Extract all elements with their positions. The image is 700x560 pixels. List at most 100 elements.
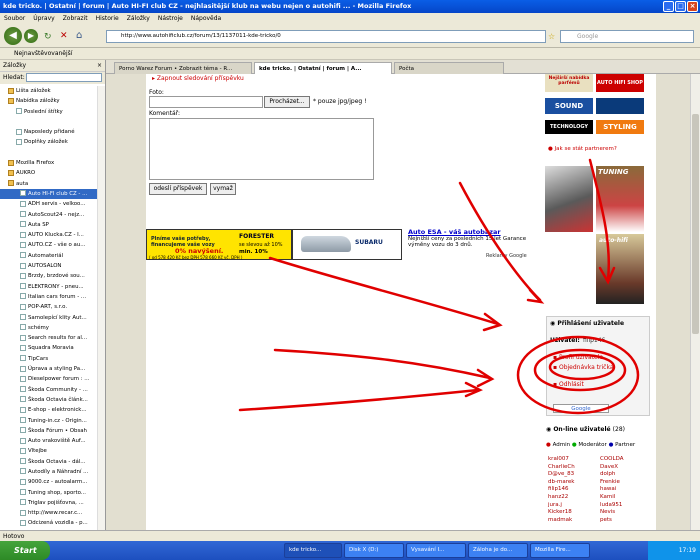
bookmark-item[interactable]: ELEKTRONY - pneu... [0,282,105,292]
bookmark-item[interactable]: Nabídka záložky [0,96,105,106]
online-user[interactable]: hanz22 [548,494,598,502]
bookmark-item[interactable]: TipCars [0,354,105,364]
address-bar[interactable]: http://www.autohificlub.cz/forum/13/1137… [106,30,546,43]
star-icon[interactable]: ☆ [548,32,555,41]
google-search-button[interactable]: Google [553,404,609,413]
submit-button[interactable]: odeslí příspěvek [149,183,207,195]
online-user[interactable]: hawai [600,486,650,494]
home-icon[interactable]: ⌂ [76,30,82,41]
profile-link[interactable]: ▪ Profil uživatele [553,354,603,361]
bookmark-item[interactable]: Úprava a styling Pa... [0,364,105,374]
bookmark-item[interactable]: Brzdy, brzdové sou... [0,271,105,281]
online-user[interactable]: Frenkie [600,479,650,487]
bookmark-item[interactable]: Doplňky záložek [0,137,105,147]
auto-esa-link[interactable]: Auto ESA - váš autobazar [408,228,501,236]
online-user[interactable]: jura.j [548,502,598,510]
auto-hifi-shop-ad[interactable]: AUTO HIFI SHOP [596,74,644,92]
taskbar-vysavani[interactable]: Vysavání I... [406,543,466,558]
bookmark-item[interactable]: Vltejbe [0,446,105,456]
bookmark-item[interactable]: Autodíly a Náhradní ... [0,467,105,477]
taskbar-zaloha[interactable]: Záloha je do... [468,543,528,558]
order-shirt-link[interactable]: ▪ Objednávka trička [553,364,614,371]
tab-porno-warez[interactable]: Porno Warez Forum • Zobrazit téma - R... [114,62,252,74]
erase-button[interactable]: vymaž [210,183,236,195]
partner-link[interactable]: ● Jak se stát partnerem? [548,146,617,152]
sidebar-scrollbar[interactable] [97,86,105,530]
bookmark-item[interactable]: Škoda Community - ... [0,385,105,395]
bookmark-item[interactable]: Lišta záložek [0,86,105,96]
bookmark-item[interactable]: Auto vrakoviště Auf... [0,436,105,446]
online-user[interactable]: D@ve_83 [548,471,598,479]
bookmark-item[interactable]: E-shop - elektronick... [0,405,105,415]
sidebar-close-icon[interactable]: × [97,60,102,72]
bookmark-item[interactable]: schémy [0,323,105,333]
online-user[interactable]: kral007 [548,456,598,464]
perfume-ad[interactable]: Nejširší nabídka parfémů [545,74,593,92]
menu-item-zobrazit[interactable]: Zobrazit [63,13,88,24]
bookmark-item[interactable]: Škoda Octavia - dál... [0,457,105,467]
taskbar-mozilla[interactable]: Mozilla Fire... [530,543,590,558]
online-user[interactable]: madmak [548,517,598,525]
bookmark-item[interactable]: Automateriál [0,251,105,261]
minimize-button[interactable]: _ [663,1,674,12]
sound-ad[interactable]: SOUND [545,98,593,114]
online-user[interactable]: COOLDA [600,456,650,464]
bookmark-item[interactable]: Search results for al... [0,333,105,343]
menu-item-napoveda[interactable]: Nápověda [191,13,221,24]
bookmark-item[interactable]: Auta SP [0,220,105,230]
bookmark-item[interactable]: Italian cars forum - ... [0,292,105,302]
sidebar-search-input[interactable] [26,73,102,82]
online-user[interactable]: pets [600,517,650,525]
online-user[interactable]: luda951 [600,502,650,510]
close-button[interactable]: × [687,1,698,12]
bookmark-item[interactable]: Poslední štítky [0,107,105,117]
photo-file-input[interactable] [149,96,263,108]
bookmark-item[interactable]: Tuning-in.cz - Origin... [0,416,105,426]
technology-ad[interactable]: TECHNOLOGY [545,120,593,134]
bookmark-item[interactable]: Mozilla Firefox [0,158,105,168]
bookmark-item[interactable]: Škoda Fórum • Obsah [0,426,105,436]
tab-kde-tricko[interactable]: kde tricko. | Ostatní | forum | A... [254,62,392,74]
menu-item-zalozky[interactable]: Záložky [127,13,150,24]
bookmark-item[interactable]: 9000.cz - autoalarm... [0,477,105,487]
comment-textarea[interactable] [149,118,374,180]
bookmark-item[interactable]: AUTO Klucka.CZ - I... [0,230,105,240]
bookmark-item[interactable]: Naposledy přidané [0,127,105,137]
back-button[interactable]: ◀ [4,27,22,45]
tab-posta[interactable]: Počta [394,62,504,74]
menu-item-soubor[interactable]: Soubor [4,13,25,24]
online-user[interactable]: Kamil [600,494,650,502]
bookmark-item[interactable]: Tuning shop, sporto... [0,488,105,498]
taskbar-disk-x[interactable]: Disk X (D:) [344,543,404,558]
taskbar-firefox-kde[interactable]: kde tricko... [284,543,342,558]
menu-item-upravy[interactable]: Úpravy [33,13,54,24]
online-user[interactable]: dolph [600,471,650,479]
magazine-cover-1[interactable] [545,166,593,232]
subaru-car-banner[interactable]: SUBARU [292,229,402,260]
bookmark-item[interactable]: http://www.recar.c... [0,508,105,518]
bookmark-item[interactable]: POP-ART, s.r.o. [0,302,105,312]
bookmark-item[interactable]: Squadra Moravia [0,343,105,353]
hifi-ad[interactable] [596,98,644,114]
online-user[interactable]: filip146 [548,486,598,494]
browse-button[interactable]: Procházet... [264,96,310,108]
auto-hifi-cover[interactable]: auto-hifi [596,234,644,304]
logout-link[interactable]: ▪ Odhlásit [553,381,584,388]
bookmark-item[interactable]: ADH servis - velkoo... [0,199,105,209]
page-scrollbar[interactable] [690,74,700,530]
bookmark-item[interactable]: Škoda Octavia článk... [0,395,105,405]
stop-icon[interactable]: ✕ [60,31,68,41]
scrollbar-thumb[interactable] [692,114,699,334]
menu-item-historie[interactable]: Historie [96,13,119,24]
subscribe-link[interactable]: ▸ Zapnout sledování příspěvku [152,75,244,82]
bookmark-item[interactable]: Auto HI-FI club CZ - ... [0,188,105,200]
online-user[interactable]: Kicker18 [548,509,598,517]
forward-button[interactable]: ▶ [24,29,38,43]
online-user[interactable]: DaveX [600,464,650,472]
styling-ad[interactable]: STYLING [596,120,644,134]
bookmark-item[interactable]: Dieselpower forum : ... [0,374,105,384]
magazine-cover-tuning[interactable]: TUNING [596,166,644,232]
bookmark-item[interactable]: AUKRO [0,168,105,178]
bookmark-item[interactable]: AUTO.CZ - vše o au... [0,240,105,250]
bookmark-most-visited[interactable]: Nejnavštěvovanější [14,50,72,57]
